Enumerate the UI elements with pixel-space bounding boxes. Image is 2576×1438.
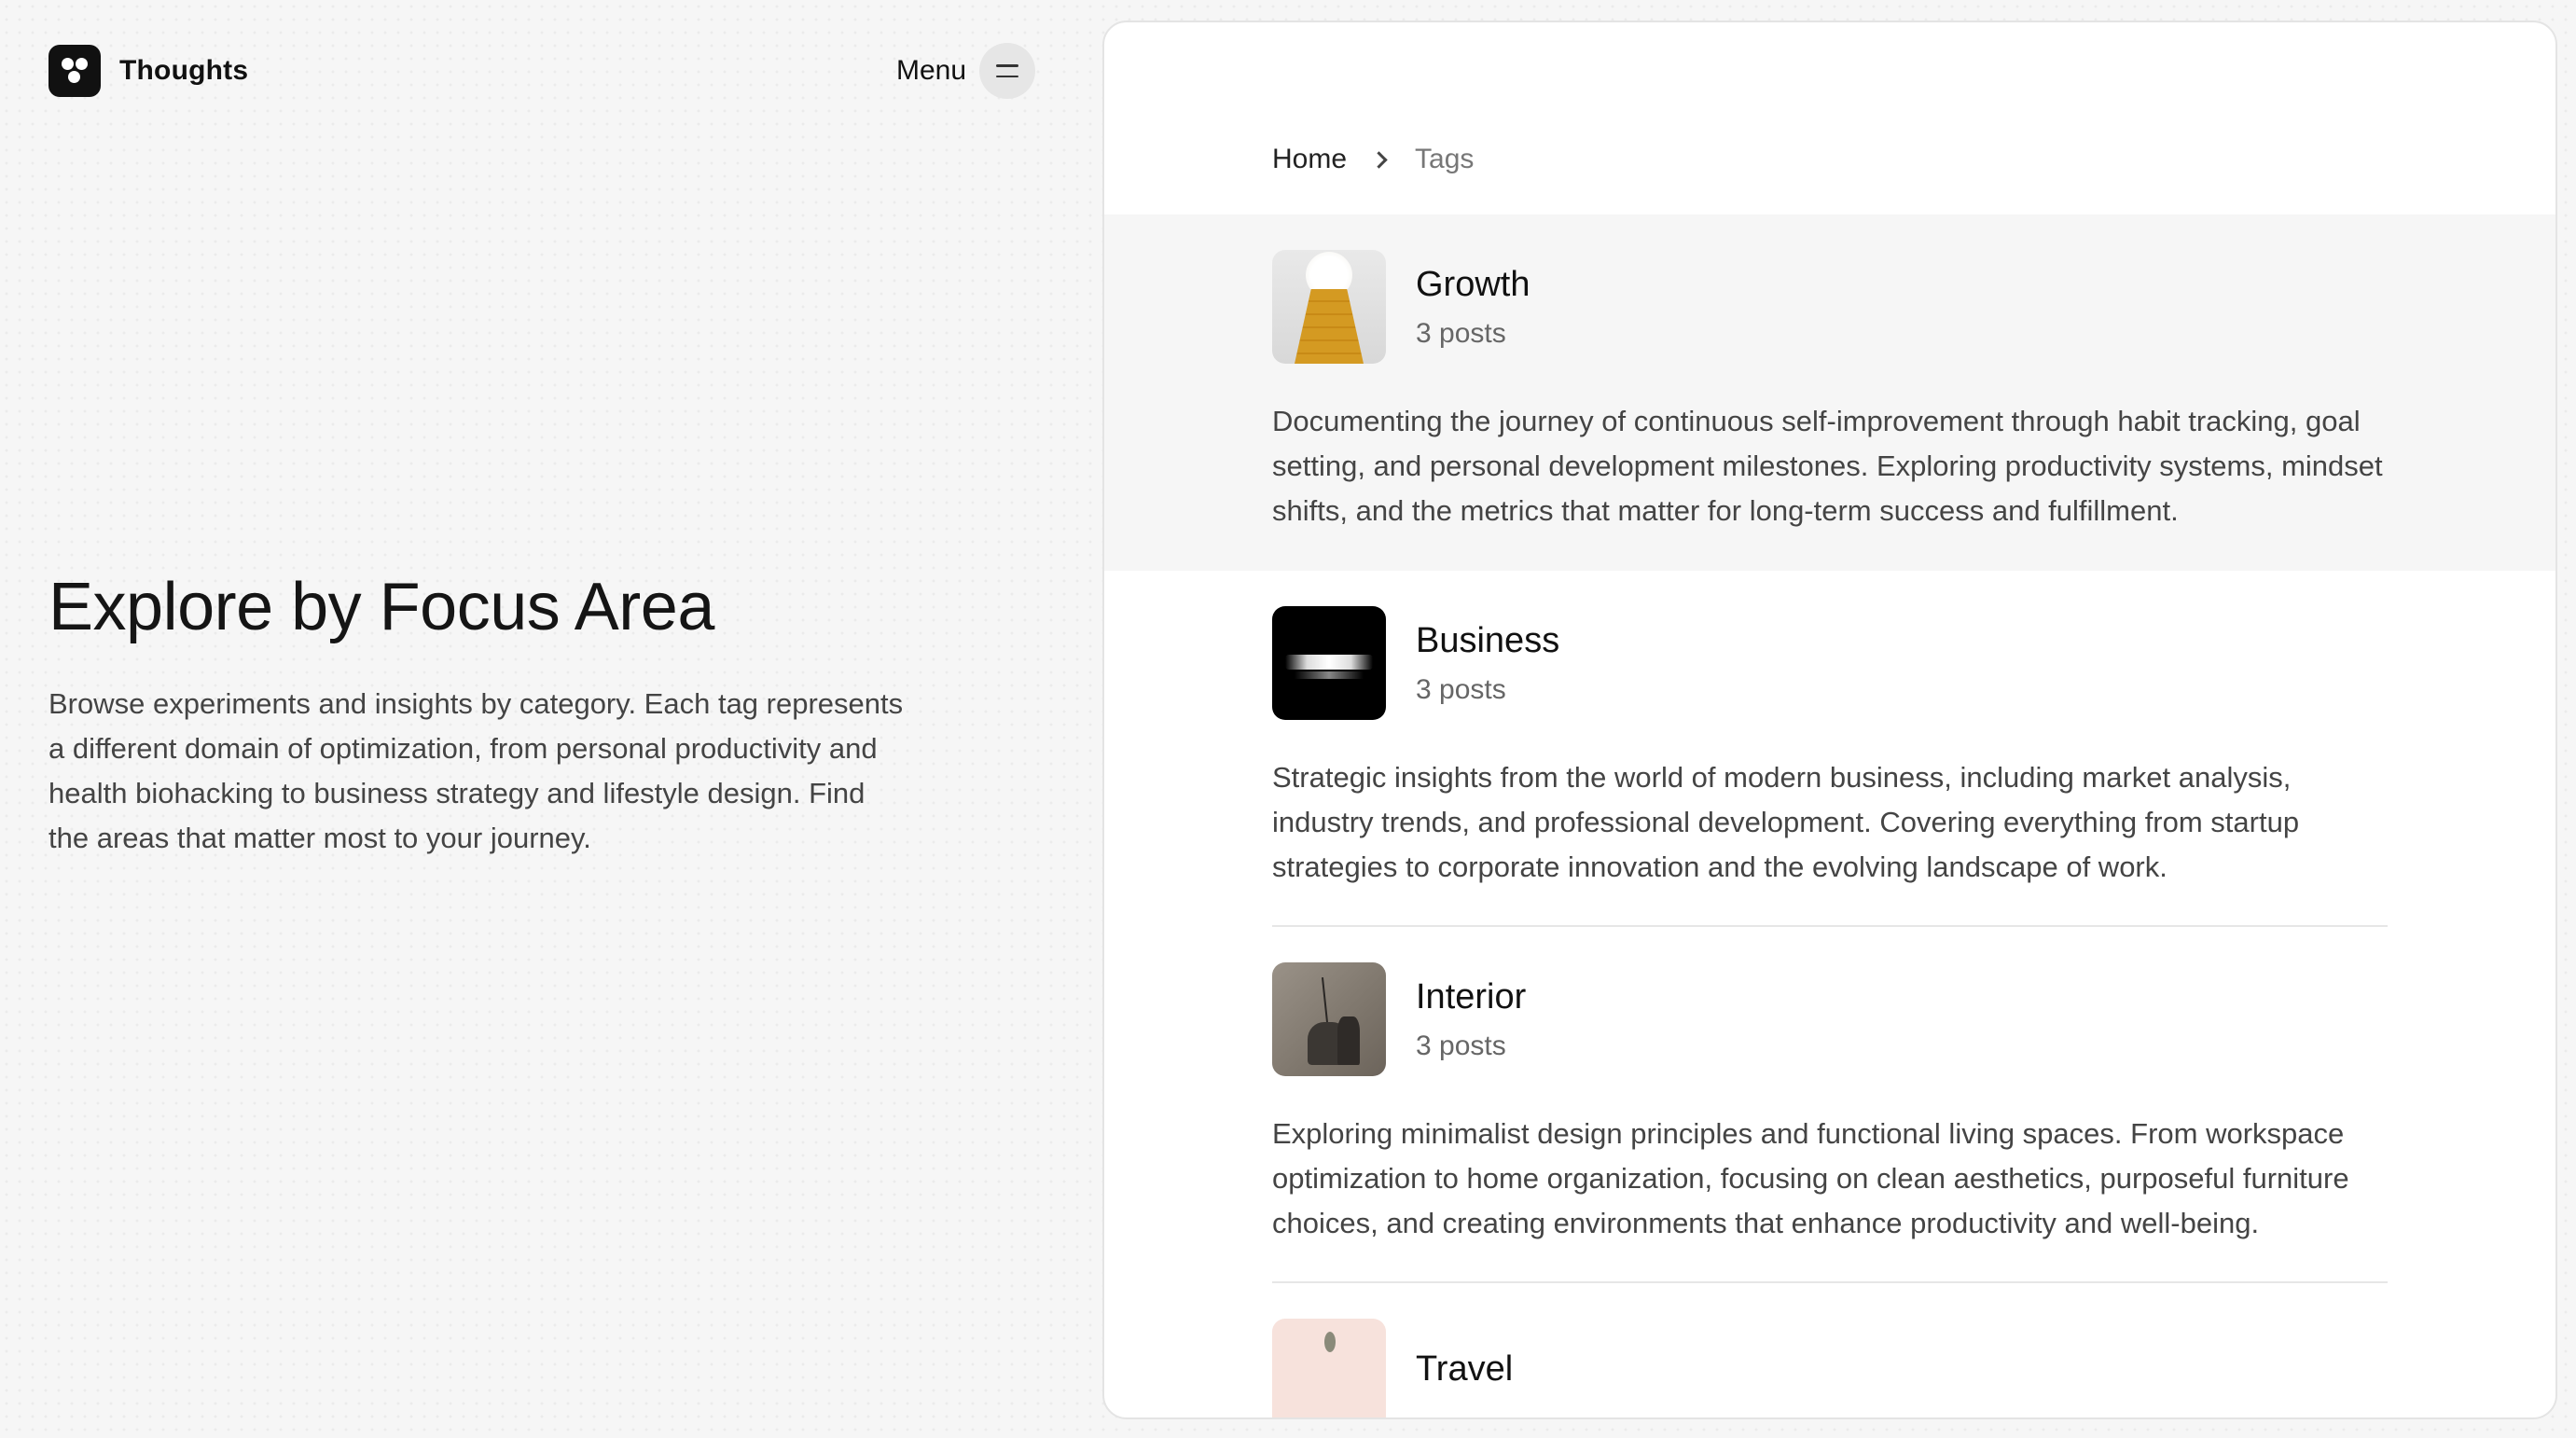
breadcrumb-home-link[interactable]: Home [1272, 144, 1347, 175]
breadcrumb: Home Tags [1272, 144, 1474, 175]
tags-panel: Home Tags Growth 3 posts Documenting the… [1102, 21, 2557, 1419]
brand-name: Thoughts [119, 55, 249, 86]
tag-post-count: 3 posts [1416, 317, 1506, 349]
interior-thumbnail [1272, 962, 1386, 1076]
top-bar: Thoughts Menu [48, 43, 1035, 99]
tag-item-business[interactable]: Business 3 posts Strategic insights from… [1104, 571, 2555, 927]
tag-list: Growth 3 posts Documenting the journey o… [1104, 214, 2555, 1417]
hero-section: Explore by Focus Area Browse experiments… [48, 570, 907, 861]
tag-name: Travel [1416, 1349, 1514, 1390]
tag-name: Business [1416, 621, 1560, 661]
hamburger-icon[interactable] [979, 43, 1035, 99]
tag-post-count: 3 posts [1416, 673, 1506, 705]
brand-link[interactable]: Thoughts [48, 45, 248, 97]
growth-thumbnail [1272, 250, 1386, 364]
tag-item-interior[interactable]: Interior 3 posts Exploring minimalist de… [1104, 927, 2555, 1283]
tag-post-count: 3 posts [1416, 1030, 1506, 1061]
page-title: Explore by Focus Area [48, 570, 714, 644]
tag-description: Documenting the journey of continuous se… [1272, 405, 2383, 527]
menu-button[interactable]: Menu [896, 43, 1035, 99]
tag-item-travel[interactable]: Travel [1104, 1283, 2555, 1417]
business-thumbnail [1272, 606, 1386, 720]
tag-name: Interior [1416, 977, 1527, 1017]
menu-label: Menu [895, 55, 966, 86]
breadcrumb-current: Tags [1415, 144, 1475, 174]
tag-item-growth[interactable]: Growth 3 posts Documenting the journey o… [1104, 214, 2555, 571]
page-description: Browse experiments and insights by categ… [48, 687, 904, 855]
chevron-right-icon [1370, 150, 1388, 169]
tag-description: Exploring minimalist design principles a… [1272, 1117, 2349, 1239]
travel-thumbnail [1272, 1319, 1386, 1417]
tag-name: Growth [1416, 265, 1530, 305]
tag-description: Strategic insights from the world of mod… [1272, 761, 2300, 883]
three-dots-logo-icon [48, 45, 101, 97]
